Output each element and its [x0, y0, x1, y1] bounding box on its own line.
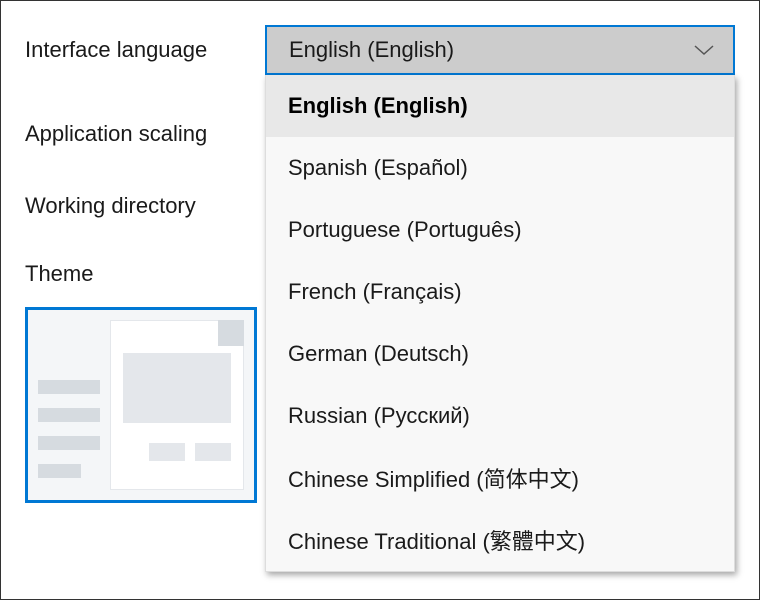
dropdown-trigger[interactable]: English (English) — [265, 25, 735, 75]
dropdown-option-russian[interactable]: Russian (Русский) — [266, 385, 734, 447]
interface-language-label: Interface language — [25, 37, 265, 63]
dropdown-option-english[interactable]: English (English) — [266, 75, 734, 137]
application-scaling-label: Application scaling — [25, 121, 265, 147]
dropdown-option-chinese-simplified[interactable]: Chinese Simplified (简体中文) — [266, 447, 734, 509]
dropdown-option-chinese-traditional[interactable]: Chinese Traditional (繁體中文) — [266, 509, 734, 571]
dropdown-list: English (English) Spanish (Español) Port… — [265, 75, 735, 572]
interface-language-dropdown[interactable]: English (English) English (English) Span… — [265, 25, 735, 75]
dropdown-option-french[interactable]: French (Français) — [266, 261, 734, 323]
dropdown-option-portuguese[interactable]: Portuguese (Português) — [266, 199, 734, 261]
chevron-down-icon — [693, 43, 715, 57]
dropdown-option-spanish[interactable]: Spanish (Español) — [266, 137, 734, 199]
dropdown-option-german[interactable]: German (Deutsch) — [266, 323, 734, 385]
theme-swatch-light[interactable] — [25, 307, 257, 503]
theme-preview — [38, 320, 244, 490]
dropdown-selected-text: English (English) — [289, 37, 454, 63]
working-directory-label: Working directory — [25, 193, 265, 219]
